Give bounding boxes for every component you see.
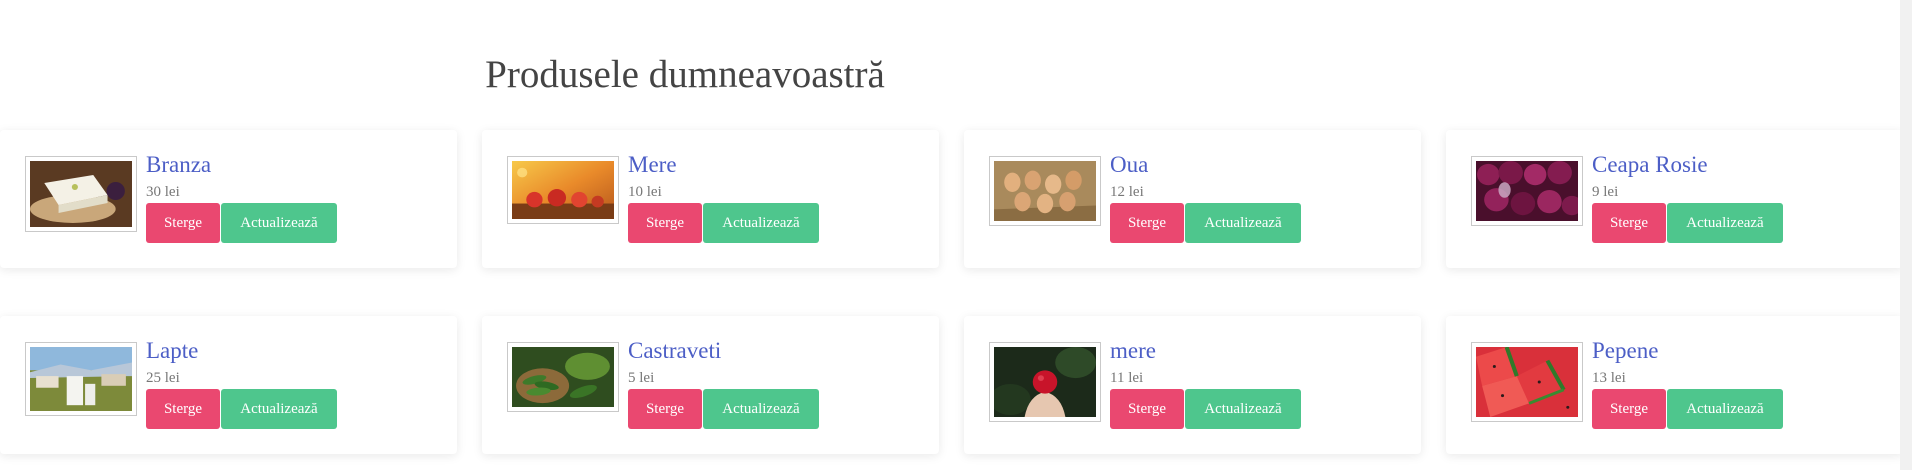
page-title: Produsele dumneavoastră xyxy=(485,53,885,96)
product-info: Mere 10 lei Sterge Actualizează xyxy=(628,152,819,243)
delete-button[interactable]: Sterge xyxy=(1592,389,1666,429)
product-image-watermelon xyxy=(1471,342,1583,422)
product-price: 10 lei xyxy=(628,184,662,200)
product-info: Castraveti 5 lei Sterge Actualizează xyxy=(628,338,819,429)
update-button[interactable]: Actualizează xyxy=(703,389,819,429)
delete-button[interactable]: Sterge xyxy=(1110,389,1184,429)
product-image-apple-in-hand xyxy=(989,342,1101,422)
update-button[interactable]: Actualizează xyxy=(221,203,337,243)
product-actions: Sterge Actualizează xyxy=(1110,389,1301,429)
product-price: 30 lei xyxy=(146,184,180,200)
product-name[interactable]: Mere xyxy=(628,152,819,178)
product-image-red-onion xyxy=(1471,156,1583,226)
product-price: 25 lei xyxy=(146,370,180,386)
update-button[interactable]: Actualizează xyxy=(1667,203,1783,243)
product-actions: Sterge Actualizează xyxy=(1592,203,1783,243)
product-price: 9 lei xyxy=(1592,184,1619,200)
product-info: Oua 12 lei Sterge Actualizează xyxy=(1110,152,1301,243)
product-actions: Sterge Actualizează xyxy=(146,389,337,429)
product-image-milk xyxy=(25,342,137,416)
product-actions: Sterge Actualizează xyxy=(1110,203,1301,243)
vertical-scrollbar[interactable] xyxy=(1900,0,1912,470)
update-button[interactable]: Actualizează xyxy=(1667,389,1783,429)
update-button[interactable]: Actualizează xyxy=(221,389,337,429)
product-image-cucumbers xyxy=(507,342,619,412)
update-button[interactable]: Actualizează xyxy=(1185,389,1301,429)
product-card: Branza 30 lei Sterge Actualizează xyxy=(0,130,457,268)
product-name[interactable]: Lapte xyxy=(146,338,337,364)
product-price: 11 lei xyxy=(1110,370,1144,386)
product-actions: Sterge Actualizează xyxy=(628,389,819,429)
product-card: mere 11 lei Sterge Actualizează xyxy=(964,316,1421,454)
update-button[interactable]: Actualizează xyxy=(703,203,819,243)
product-name[interactable]: Ceapa Rosie xyxy=(1592,152,1783,178)
product-name[interactable]: mere xyxy=(1110,338,1301,364)
product-card: Pepene 13 lei Sterge Actualizează xyxy=(1446,316,1903,454)
product-price: 13 lei xyxy=(1592,370,1626,386)
product-info: Lapte 25 lei Sterge Actualizează xyxy=(146,338,337,429)
delete-button[interactable]: Sterge xyxy=(146,389,220,429)
product-image-cheese xyxy=(25,156,137,232)
product-image-eggs xyxy=(989,156,1101,226)
product-info: Branza 30 lei Sterge Actualizează xyxy=(146,152,337,243)
product-name[interactable]: Oua xyxy=(1110,152,1301,178)
product-name[interactable]: Pepene xyxy=(1592,338,1783,364)
delete-button[interactable]: Sterge xyxy=(1110,203,1184,243)
product-grid: Branza 30 lei Sterge Actualizează Mere 1… xyxy=(0,130,1903,454)
product-card: Lapte 25 lei Sterge Actualizează xyxy=(0,316,457,454)
product-image-apples xyxy=(507,156,619,224)
product-card: Castraveti 5 lei Sterge Actualizează xyxy=(482,316,939,454)
product-actions: Sterge Actualizează xyxy=(1592,389,1783,429)
update-button[interactable]: Actualizează xyxy=(1185,203,1301,243)
product-name[interactable]: Branza xyxy=(146,152,337,178)
delete-button[interactable]: Sterge xyxy=(628,389,702,429)
product-info: Ceapa Rosie 9 lei Sterge Actualizează xyxy=(1592,152,1783,243)
product-price: 5 lei xyxy=(628,370,655,386)
delete-button[interactable]: Sterge xyxy=(1592,203,1666,243)
product-info: mere 11 lei Sterge Actualizează xyxy=(1110,338,1301,429)
product-card: Oua 12 lei Sterge Actualizează xyxy=(964,130,1421,268)
product-name[interactable]: Castraveti xyxy=(628,338,819,364)
product-info: Pepene 13 lei Sterge Actualizează xyxy=(1592,338,1783,429)
delete-button[interactable]: Sterge xyxy=(146,203,220,243)
product-actions: Sterge Actualizează xyxy=(146,203,337,243)
delete-button[interactable]: Sterge xyxy=(628,203,702,243)
product-price: 12 lei xyxy=(1110,184,1144,200)
product-actions: Sterge Actualizează xyxy=(628,203,819,243)
product-card: Ceapa Rosie 9 lei Sterge Actualizează xyxy=(1446,130,1903,268)
product-card: Mere 10 lei Sterge Actualizează xyxy=(482,130,939,268)
page: Produsele dumneavoastră Branza 30 lei St… xyxy=(0,0,1903,470)
